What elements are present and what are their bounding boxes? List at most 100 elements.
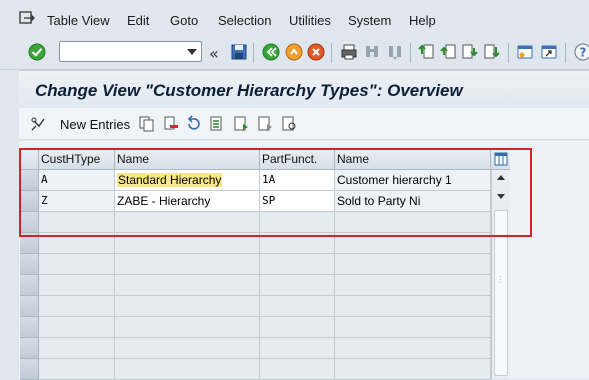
enter-check-icon[interactable]: [27, 42, 47, 62]
create-session-icon[interactable]: [515, 42, 535, 62]
shortcut-icon[interactable]: [539, 42, 559, 62]
row-selector[interactable]: [20, 338, 39, 359]
empty-cell: [115, 296, 260, 317]
toolbar-separator: [331, 43, 332, 63]
save-icon[interactable]: [229, 42, 249, 62]
column-header-partner-function[interactable]: PartFunct.: [260, 149, 335, 170]
scroll-up-icon[interactable]: [497, 175, 505, 180]
menu-utilities[interactable]: Utilities: [289, 13, 331, 28]
application-toolbar: New Entries: [19, 108, 589, 140]
copy-as-icon[interactable]: [138, 115, 155, 132]
print-icon[interactable]: [339, 42, 359, 62]
empty-cell: [115, 254, 260, 275]
back-icon[interactable]: [261, 42, 281, 62]
row-selector[interactable]: [20, 275, 39, 296]
empty-cell: [260, 359, 335, 380]
cancel-icon[interactable]: [306, 42, 326, 62]
empty-cell: [115, 359, 260, 380]
display-change-icon[interactable]: [30, 115, 47, 132]
command-input[interactable]: [62, 44, 180, 59]
empty-cell: [335, 233, 491, 254]
menu-table-view[interactable]: Table View: [47, 13, 110, 28]
empty-cell: [335, 254, 491, 275]
empty-cell: [260, 317, 335, 338]
empty-cell: [335, 212, 491, 233]
menu-system[interactable]: System: [348, 13, 391, 28]
table-cell-pf-name: Sold to Party Ni: [335, 191, 491, 212]
find-next-icon[interactable]: [385, 42, 405, 62]
command-field[interactable]: [59, 41, 202, 62]
empty-cell: [260, 212, 335, 233]
empty-cell: [39, 296, 115, 317]
page-title: Change View "Customer Hierarchy Types": …: [35, 81, 463, 100]
select-all-rows-button[interactable]: [20, 149, 39, 170]
row-selector[interactable]: [20, 212, 39, 233]
standard-toolbar: « ?: [0, 36, 589, 70]
empty-cell: [260, 275, 335, 296]
table-settings-button[interactable]: [491, 149, 510, 170]
empty-cell: [39, 275, 115, 296]
exit-icon[interactable]: [284, 42, 304, 62]
row-selector[interactable]: [20, 296, 39, 317]
row-selector[interactable]: [20, 191, 39, 212]
title-bar: Change View "Customer Hierarchy Types": …: [19, 70, 589, 108]
row-selector[interactable]: [20, 317, 39, 338]
find-icon[interactable]: [362, 42, 382, 62]
table-cell-partner-function-input[interactable]: 1A: [260, 170, 335, 191]
empty-cell: [260, 254, 335, 275]
grip-icon: · · ·: [499, 272, 502, 287]
collapse-arrows-icon[interactable]: «: [209, 44, 219, 63]
menu-selection[interactable]: Selection: [218, 13, 271, 28]
column-header-name[interactable]: Name: [115, 149, 260, 170]
scroll-down-icon[interactable]: [497, 194, 505, 199]
empty-cell: [260, 338, 335, 359]
select-all-icon[interactable]: [209, 115, 226, 132]
column-header-pf-name[interactable]: Name: [335, 149, 491, 170]
row-selector[interactable]: [20, 359, 39, 380]
empty-cell: [39, 338, 115, 359]
delete-icon[interactable]: [162, 115, 179, 132]
menu-help[interactable]: Help: [409, 13, 436, 28]
empty-cell: [335, 338, 491, 359]
row-selector[interactable]: [20, 170, 39, 191]
select-block-icon[interactable]: [233, 115, 250, 132]
empty-cell: [39, 233, 115, 254]
row-selector[interactable]: [20, 254, 39, 275]
scroll-thumb[interactable]: · · ·: [494, 210, 508, 376]
previous-page-icon[interactable]: [438, 42, 458, 62]
empty-cell: [335, 359, 491, 380]
chevron-down-icon[interactable]: [187, 49, 197, 55]
deselect-all-icon[interactable]: [257, 115, 274, 132]
empty-cell: [39, 317, 115, 338]
table-cell-name-input[interactable]: Standard Hierarchy: [115, 170, 260, 191]
empty-cell: [115, 233, 260, 254]
vertical-scrollbar[interactable]: · · ·: [491, 170, 510, 379]
table-cell-name-input[interactable]: ZABE - Hierarchy: [115, 191, 260, 212]
row-selector[interactable]: [20, 233, 39, 254]
selected-text: Standard Hierarchy: [117, 173, 223, 187]
first-page-icon[interactable]: [416, 42, 436, 62]
empty-cell: [39, 359, 115, 380]
empty-cell: [115, 212, 260, 233]
undo-change-icon[interactable]: [185, 115, 202, 132]
toolbar-separator: [253, 43, 254, 63]
menu-edit[interactable]: Edit: [127, 13, 149, 28]
menu-bar: Table View Edit Goto Selection Utilities…: [0, 0, 589, 36]
column-header-custhtype[interactable]: CustHType: [39, 149, 115, 170]
table-settings-icon: [494, 152, 508, 166]
last-page-icon[interactable]: [482, 42, 502, 62]
new-entries-button[interactable]: New Entries: [60, 117, 130, 132]
next-page-icon[interactable]: [460, 42, 480, 62]
table-cell-pf-name: Customer hierarchy 1: [335, 170, 491, 191]
empty-cell: [335, 275, 491, 296]
menu-exit-icon[interactable]: [19, 11, 35, 25]
empty-cell: [39, 254, 115, 275]
print-field-list-icon[interactable]: [281, 115, 298, 132]
empty-cell: [115, 275, 260, 296]
empty-cell: [260, 296, 335, 317]
menu-goto[interactable]: Goto: [170, 13, 198, 28]
help-icon[interactable]: ?: [573, 42, 589, 62]
empty-cell: [115, 338, 260, 359]
toolbar-separator: [410, 43, 411, 63]
table-cell-partner-function-input[interactable]: SP: [260, 191, 335, 212]
